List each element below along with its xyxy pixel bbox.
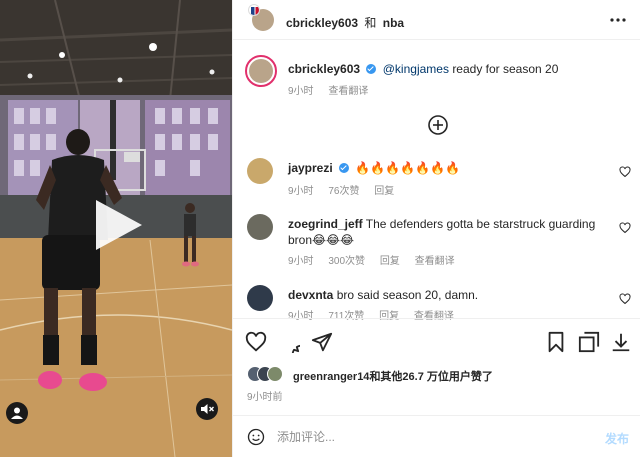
comment-username[interactable]: jayprezi xyxy=(288,161,333,175)
user-tag-button[interactable] xyxy=(6,402,28,424)
comment-avatar[interactable] xyxy=(247,158,273,184)
video-player[interactable] xyxy=(0,0,232,457)
emoji-icon[interactable] xyxy=(247,428,265,446)
caption-translate-link[interactable]: 查看翻译 xyxy=(328,86,368,97)
comment-meta: 9小时 76次赞 回复 xyxy=(288,182,406,197)
comment-text: devxnta bro said season 20, damn. xyxy=(288,287,608,303)
post-timestamp[interactable]: 9小时前 xyxy=(247,388,283,403)
mute-icon xyxy=(201,404,214,414)
comment-username[interactable]: devxnta xyxy=(288,288,333,302)
share-icon[interactable] xyxy=(311,331,333,353)
comment-reply-link[interactable]: 回复 xyxy=(374,186,394,197)
heart-icon[interactable] xyxy=(245,331,267,353)
caption-time[interactable]: 9小时 xyxy=(288,86,314,97)
likes-text: greenranger14和其他26.7 万位用户赞了 xyxy=(293,368,493,384)
caption-mention[interactable]: @kingjames xyxy=(383,62,449,76)
bookmark-icon[interactable] xyxy=(545,331,567,353)
post-modal: cbrickley603 和 nba cbrickley603 @kingjam… xyxy=(0,0,640,457)
coauthor-joiner: 和 xyxy=(364,16,377,30)
collection-icon[interactable] xyxy=(578,331,600,353)
caption-body: ready for season 20 xyxy=(452,62,559,76)
comment-icon[interactable] xyxy=(278,331,300,353)
author-username[interactable]: cbrickley603 xyxy=(286,16,358,30)
post-comment-button[interactable]: 发布 xyxy=(605,430,629,447)
comment-body: bro said season 20, damn. xyxy=(336,288,479,302)
comment-text: zoegrind_jeff The defenders gotta be sta… xyxy=(288,216,608,248)
comment-translate-link[interactable]: 查看翻译 xyxy=(415,256,455,267)
comment-avatar[interactable] xyxy=(247,214,273,240)
likes-count-text[interactable]: 和其他26.7 万位用户赞了 xyxy=(369,371,492,383)
verified-badge-icon xyxy=(339,163,350,173)
comment-like-icon[interactable] xyxy=(619,293,631,305)
caption-avatar[interactable] xyxy=(245,55,277,87)
post-panel: cbrickley603 和 nba cbrickley603 @kingjam… xyxy=(232,0,640,457)
author-avatar[interactable] xyxy=(248,4,274,31)
comment-reply-link[interactable]: 回复 xyxy=(380,256,400,267)
caption-username[interactable]: cbrickley603 xyxy=(288,62,360,76)
post-header: cbrickley603 和 nba xyxy=(233,0,640,40)
comment-meta: 9小时 300次赞 回复 查看翻译 xyxy=(288,252,467,267)
comment-likes[interactable]: 76次赞 xyxy=(328,186,359,197)
comment-text: jayprezi 🔥🔥🔥🔥🔥🔥🔥 xyxy=(288,160,608,176)
comment-input[interactable] xyxy=(277,426,577,448)
comment-composer: 发布 xyxy=(233,415,640,457)
comment-time[interactable]: 9小时 xyxy=(288,256,314,267)
liker-avatars[interactable] xyxy=(247,366,295,382)
more-options-icon[interactable] xyxy=(609,11,627,29)
coauthor-username[interactable]: nba xyxy=(383,16,404,30)
comment-username[interactable]: zoegrind_jeff xyxy=(288,217,363,231)
mute-button[interactable] xyxy=(196,398,218,420)
comment-like-icon[interactable] xyxy=(619,166,631,178)
user-tag-icon xyxy=(11,407,23,419)
comment-body: 🔥🔥🔥🔥🔥🔥🔥 xyxy=(355,161,460,175)
play-icon[interactable] xyxy=(90,198,144,252)
liker-username[interactable]: greenranger14 xyxy=(293,371,369,383)
upload-icon[interactable] xyxy=(610,331,632,353)
comment-like-icon[interactable] xyxy=(619,222,631,234)
post-header-title: cbrickley603 和 nba xyxy=(286,14,404,31)
load-more-icon[interactable] xyxy=(427,114,449,136)
comment-likes[interactable]: 300次赞 xyxy=(328,256,365,267)
caption-meta: 9小时 查看翻译 xyxy=(288,82,380,97)
caption-text: cbrickley603 @kingjames ready for season… xyxy=(288,62,558,76)
comment-time[interactable]: 9小时 xyxy=(288,186,314,197)
action-bar xyxy=(233,318,640,364)
verified-badge-icon xyxy=(366,64,377,74)
comment-avatar[interactable] xyxy=(247,285,273,311)
